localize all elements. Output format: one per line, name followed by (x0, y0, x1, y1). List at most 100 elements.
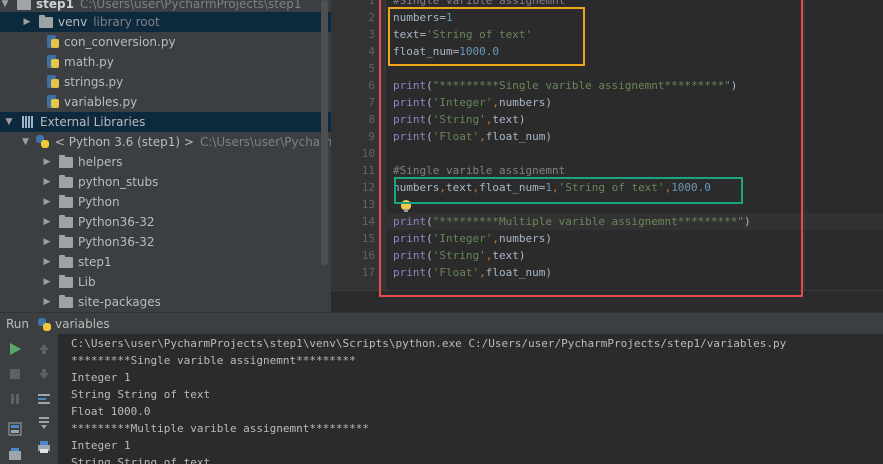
chevron-right-icon[interactable]: ▶ (42, 292, 52, 312)
tree-item-folder[interactable]: ▶ Lib (0, 272, 331, 292)
project-tree-panel: ▼ step1 C:\Users\user\PycharmProjects\st… (0, 0, 331, 312)
folder-icon (58, 234, 74, 250)
chevron-right-icon[interactable]: ▶ (42, 272, 52, 292)
annotation-teal-box (394, 177, 743, 204)
soft-wrap-icon[interactable] (35, 390, 53, 408)
tree-item-folder[interactable]: ▶ Python36-32 (0, 232, 331, 252)
folder-icon (58, 214, 74, 230)
line-number: 1 (368, 0, 375, 7)
python-file-icon (44, 94, 60, 110)
folder-icon (38, 14, 54, 30)
right-margin-guide (804, 0, 805, 290)
settings-icon[interactable] (6, 445, 24, 463)
tree-item-label: step1 (36, 0, 74, 11)
tree-item-venv[interactable]: ▶ venv library root (0, 12, 331, 32)
line-number: 15 (361, 232, 375, 245)
tree-item-folder[interactable]: ▶ step1 (0, 252, 331, 272)
tree-item-file[interactable]: strings.py (0, 72, 331, 92)
tree-item-label: Lib (78, 275, 96, 289)
tree-item-label: External Libraries (40, 115, 146, 129)
tree-item-label: Python36-32 (78, 215, 155, 229)
run-icon[interactable] (6, 340, 24, 358)
run-tab-label: variables (55, 317, 110, 331)
chevron-down-icon[interactable]: ▼ (22, 132, 29, 152)
tree-item-file[interactable]: variables.py (0, 92, 331, 112)
tree-item-folder[interactable]: ▶ site-packages (0, 292, 331, 312)
line-number: 10 (361, 147, 375, 160)
line-number: 4 (368, 45, 375, 58)
line-number: 6 (368, 79, 375, 92)
arrow-down-icon[interactable] (35, 365, 53, 383)
console-line: Float 1000.0 (71, 405, 151, 418)
folder-icon (58, 174, 74, 190)
tree-item-label: strings.py (64, 75, 124, 89)
console-line: String String of text (71, 456, 211, 464)
run-toolbar-secondary (29, 334, 59, 464)
code-editor[interactable]: 1 2 3 4 5 6 7 8 9 10 11 12 13 14 15 16 1… (331, 0, 883, 313)
scroll-to-end-icon[interactable] (35, 414, 53, 432)
line-number: 13 (361, 198, 375, 211)
run-tab-variables[interactable]: variables (37, 317, 110, 331)
line-number: 3 (368, 28, 375, 41)
line-number: 9 (368, 130, 375, 143)
console-line: *********Single varible assignemnt******… (71, 354, 356, 367)
arrow-up-icon[interactable] (35, 340, 53, 358)
line-number: 8 (368, 113, 375, 126)
tree-item-label: variables.py (64, 95, 138, 109)
line-number: 16 (361, 249, 375, 262)
tree-item-file[interactable]: math.py (0, 52, 331, 72)
console-line: *********Multiple varible assignemnt****… (71, 422, 370, 435)
tree-item-label: site-packages (78, 295, 161, 309)
tree-item-folder[interactable]: ▶ python_stubs (0, 172, 331, 192)
run-toolbar (0, 334, 30, 464)
line-number: 7 (368, 96, 375, 109)
python-sdk-icon (37, 317, 52, 331)
folder-icon (58, 254, 74, 270)
line-number: 12 (361, 181, 375, 194)
line-number: 2 (368, 11, 375, 24)
console-line: String String of text (71, 388, 211, 401)
tree-item-note: library root (93, 15, 160, 29)
tree-item-label: Python36-32 (78, 235, 155, 249)
chevron-right-icon[interactable]: ▶ (22, 12, 32, 32)
pause-icon[interactable] (6, 390, 24, 408)
tree-item-label: venv (58, 15, 88, 29)
chevron-right-icon[interactable]: ▶ (42, 212, 52, 232)
chevron-right-icon[interactable]: ▶ (42, 252, 52, 272)
chevron-right-icon[interactable]: ▶ (42, 172, 52, 192)
line-number: 17 (361, 266, 375, 279)
tree-item-folder[interactable]: ▶ Python (0, 192, 331, 212)
pycharm-window: ▼ step1 C:\Users\user\PycharmProjects\st… (0, 0, 883, 464)
console-line: C:\Users\user\PycharmProjects\step1\venv… (71, 337, 787, 350)
tree-item-python-sdk[interactable]: ▼ < Python 3.6 (step1) > C:\Users\user\P… (0, 132, 331, 152)
stop-icon[interactable] (6, 365, 24, 383)
tree-item-label: step1 (78, 255, 112, 269)
folder-icon (58, 294, 74, 310)
chevron-down-icon[interactable]: ▼ (4, 112, 14, 132)
chevron-right-icon[interactable]: ▶ (42, 232, 52, 252)
layout-icon[interactable] (6, 420, 24, 438)
tree-item-folder[interactable]: ▶ Python36-32 (0, 212, 331, 232)
chevron-right-icon[interactable]: ▶ (42, 192, 52, 212)
run-console-output[interactable]: C:\Users\user\PycharmProjects\step1\venv… (58, 334, 883, 464)
tree-item-label: Python (78, 195, 120, 209)
tree-item-label: helpers (78, 155, 123, 169)
annotation-orange-box (388, 7, 585, 66)
tree-item-label: < Python 3.6 (step1) > (54, 135, 194, 149)
tree-item-folder[interactable]: ▶ helpers (0, 152, 331, 172)
folder-icon (16, 0, 32, 12)
tree-item-label: python_stubs (78, 175, 159, 189)
project-scrollbar[interactable] (321, 0, 328, 265)
run-label: Run (6, 317, 30, 331)
libraries-icon (20, 114, 36, 130)
tree-item-path: C:\Users\user\PycharmProjects\step1 (79, 0, 302, 11)
line-number-gutter: 1 2 3 4 5 6 7 8 9 10 11 12 13 14 15 16 1… (331, 0, 386, 290)
line-number: 5 (368, 62, 375, 75)
chevron-right-icon[interactable]: ▶ (42, 152, 52, 172)
line-number: 11 (361, 164, 375, 177)
python-file-icon (44, 34, 60, 50)
tree-item-external-libraries[interactable]: ▼ External Libraries (0, 112, 331, 132)
python-file-icon (44, 74, 60, 90)
tree-item-file[interactable]: con_conversion.py (0, 32, 331, 52)
print-icon[interactable] (35, 438, 53, 456)
